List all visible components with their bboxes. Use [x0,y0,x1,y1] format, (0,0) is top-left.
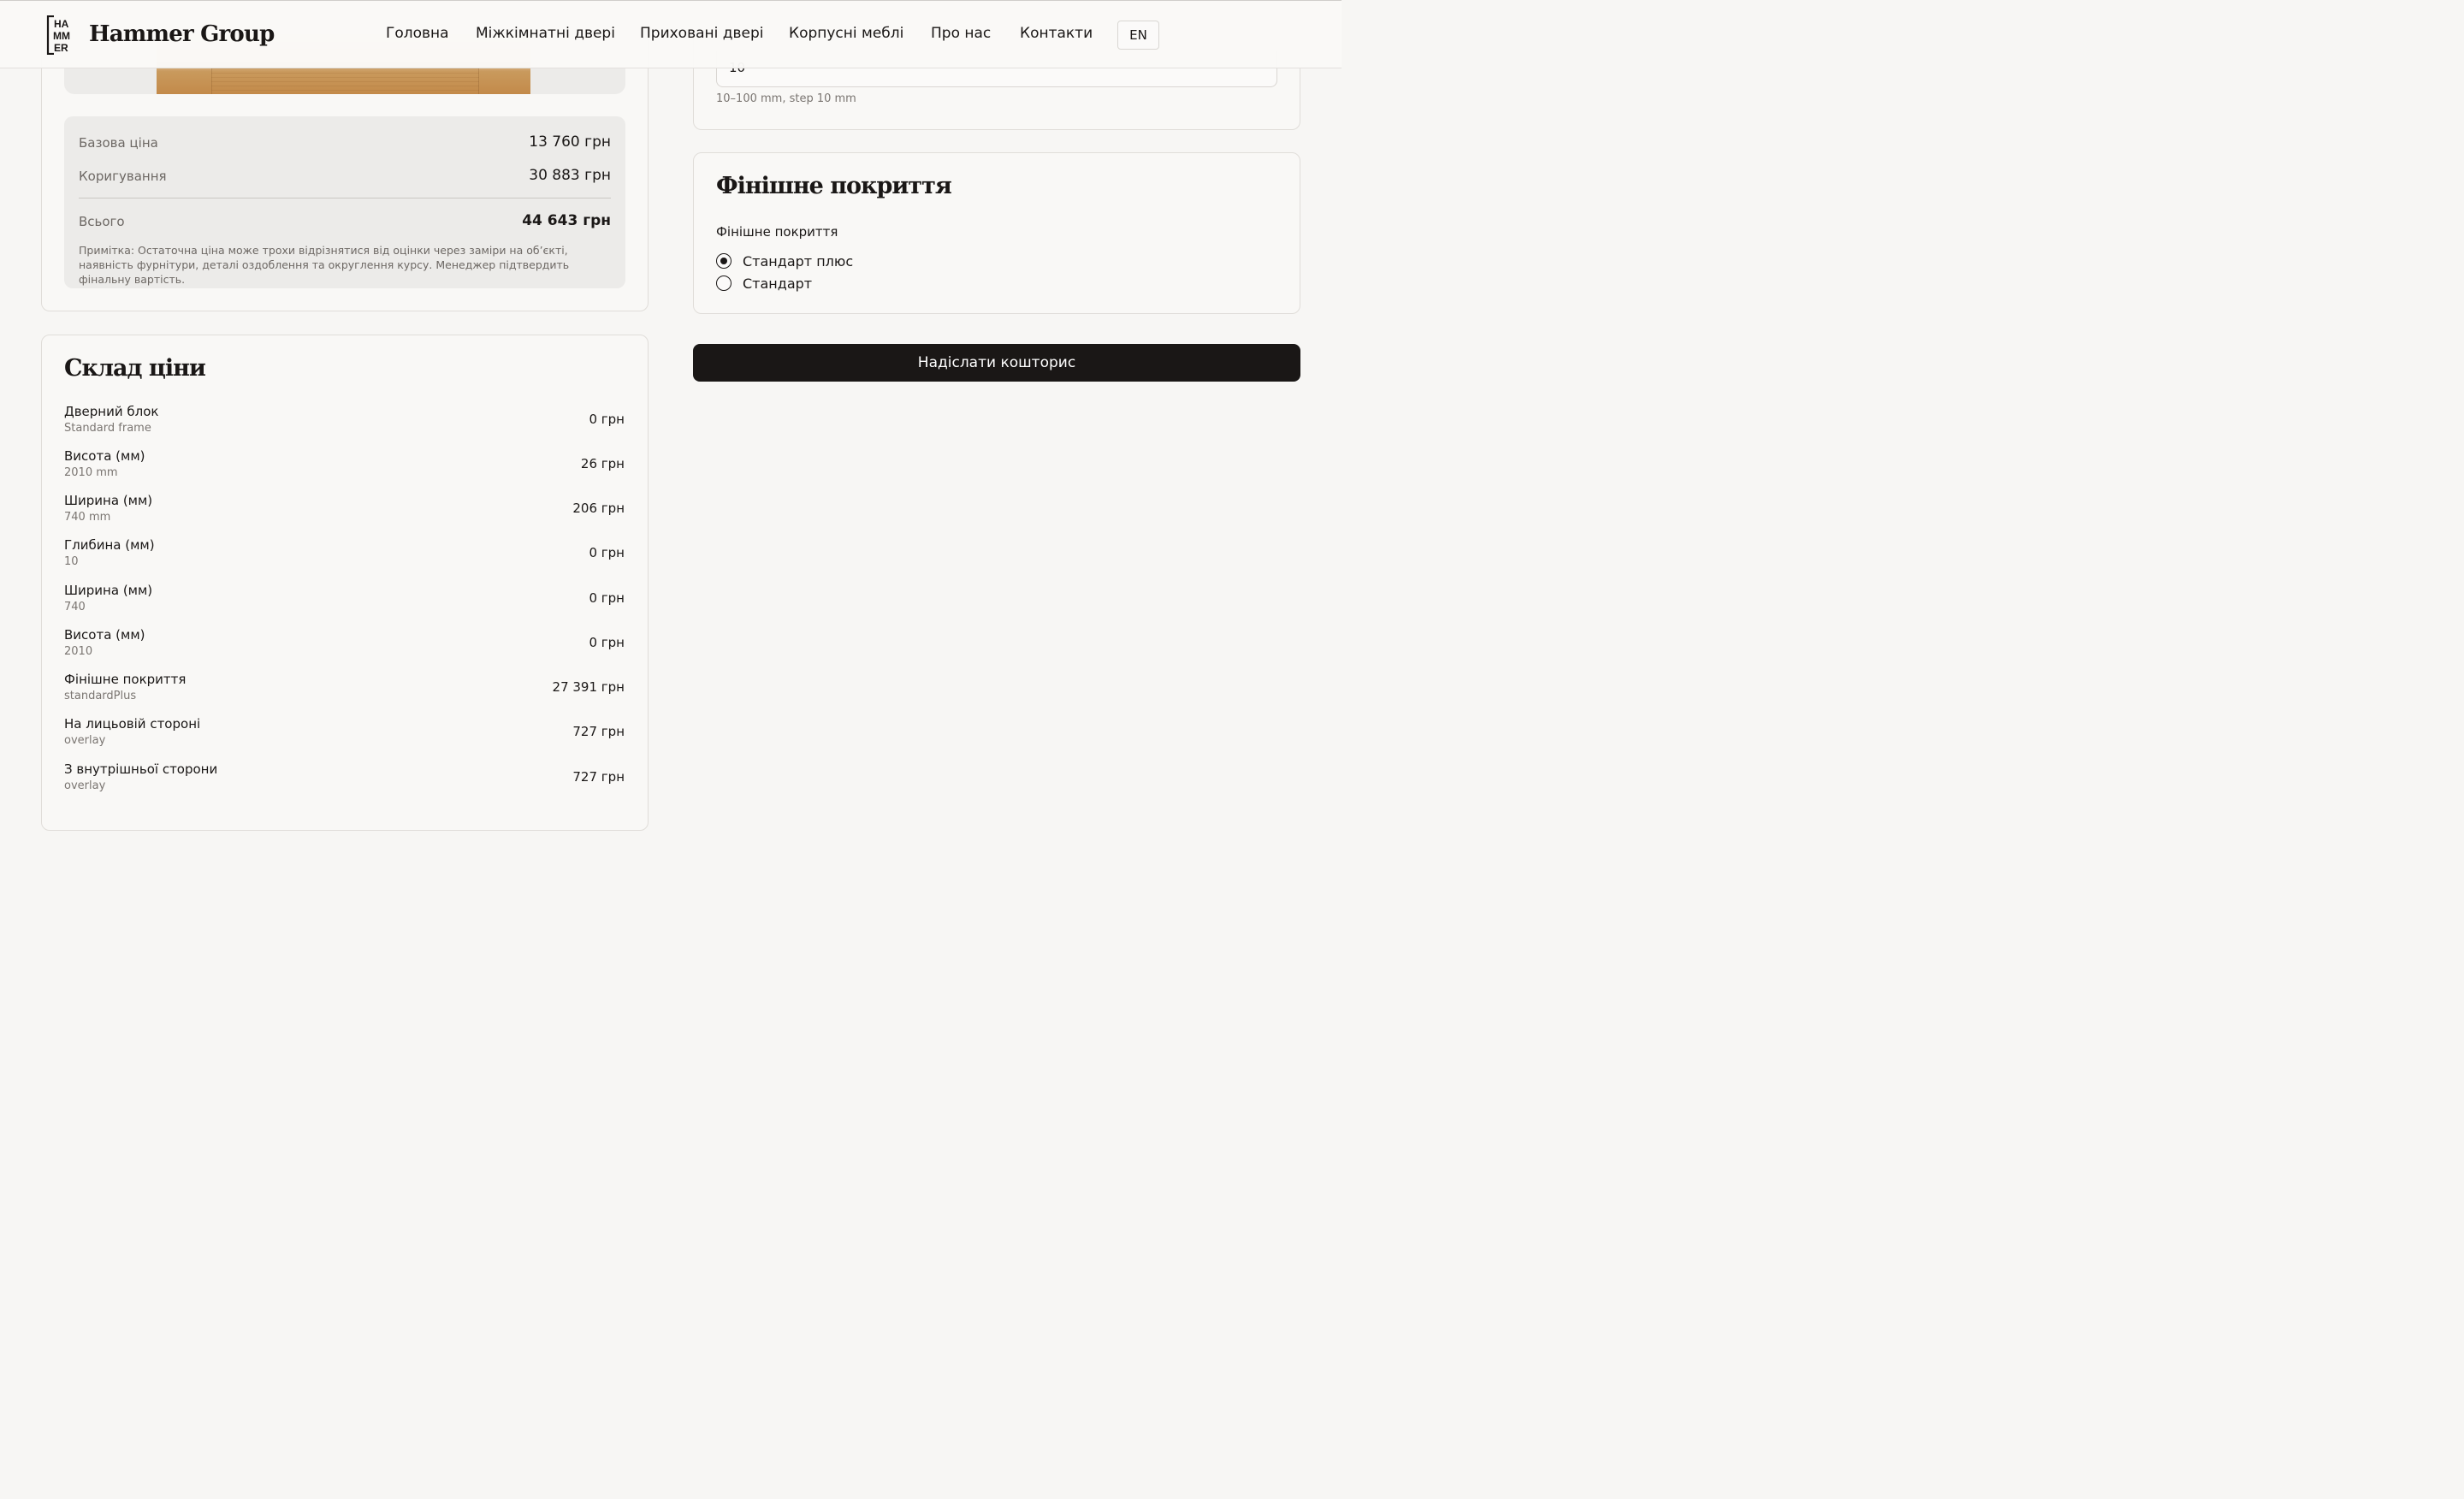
finish-option-standard[interactable]: Стандарт [716,275,812,292]
breakdown-row-sub: 10 [64,555,79,568]
finish-option-standard-plus[interactable]: Стандарт плюс [716,252,853,270]
breakdown-row-name: Висота (мм) [64,448,145,464]
base-price-value: 13 760 грн [529,133,611,151]
submit-estimate-button[interactable]: Надіслати кошторис [693,344,1300,382]
breakdown-row-sub: overlay [64,779,106,792]
base-price-label: Базова ціна [79,135,158,151]
breakdown-row-value: 0 грн [589,412,625,427]
finish-title: Фінішне покриття [716,173,952,199]
breakdown-row-value: 26 грн [580,456,625,471]
breakdown-row-name: З внутрішньої сторони [64,761,218,777]
breakdown-title: Склад ціни [64,355,206,382]
breakdown-row-name: Ширина (мм) [64,493,153,508]
breakdown-row-sub: overlay [64,734,106,747]
nav-home[interactable]: Головна [386,25,449,42]
breakdown-row-value: 0 грн [589,590,625,606]
nav-hidden-doors[interactable]: Приховані двері [640,25,764,42]
nav-about[interactable]: Про нас [931,25,991,42]
breakdown-row-name: Висота (мм) [64,627,145,643]
logo-letters-3: ER [54,42,68,54]
breakdown-row-name: Дверний блок [64,404,159,419]
adjustment-label: Коригування [79,169,167,184]
breakdown-row-value: 727 грн [572,724,625,739]
breakdown-row-sub: 2010 [64,645,93,658]
breakdown-row-value: 0 грн [589,635,625,650]
language-switch-button[interactable]: EN [1117,21,1159,50]
breakdown-row-value: 27 391 грн [552,679,625,695]
breakdown-row-sub: 740 [64,601,86,613]
breakdown-row-value: 206 грн [572,501,625,516]
breakdown-row-sub: standardPlus [64,690,137,702]
door-panel [211,68,479,94]
finish-field-label: Фінішне покриття [716,224,838,240]
breakdown-row-sub: 2010 mm [64,466,118,479]
adjustment-value: 30 883 грн [529,167,611,184]
price-summary: Базова ціна 13 760 грн Коригування 30 88… [64,116,625,288]
radio-unchecked-icon[interactable] [716,276,732,291]
total-value: 44 643 грн [522,212,611,229]
finish-option-label: Стандарт плюс [743,252,854,270]
finish-option-label: Стандарт [743,275,813,292]
nav-interior-doors[interactable]: Міжкімнатні двері [476,25,615,42]
depth-hint: 10–100 mm, step 10 mm [716,92,856,105]
nav-contacts[interactable]: Контакти [1020,25,1093,42]
breakdown-row-name: На лицьовій стороні [64,716,201,732]
logo-letters-1: HA [54,18,69,30]
site-header: HA MM ER Hammer Group Головна Міжкімнатн… [0,0,1342,68]
breakdown-row-sub: Standard frame [64,422,151,435]
breakdown-row-value: 727 грн [572,769,625,785]
breakdown-row-name: Глибина (мм) [64,537,155,553]
total-label: Всього [79,214,125,229]
logo-letters-2: MM [53,30,70,42]
breakdown-row-value: 0 грн [589,545,625,560]
nav-cabinet-furniture[interactable]: Корпусні меблі [789,25,903,42]
price-note: Примітка: Остаточна ціна може трохи відр… [79,244,570,286]
brand-name[interactable]: Hammer Group [89,21,275,47]
breakdown-row-name: Ширина (мм) [64,583,153,598]
breakdown-row-name: Фінішне покриття [64,672,187,687]
hammer-logo[interactable]: HA MM ER [46,15,74,55]
radio-checked-icon[interactable] [716,253,732,269]
breakdown-row-sub: 740 mm [64,511,111,524]
